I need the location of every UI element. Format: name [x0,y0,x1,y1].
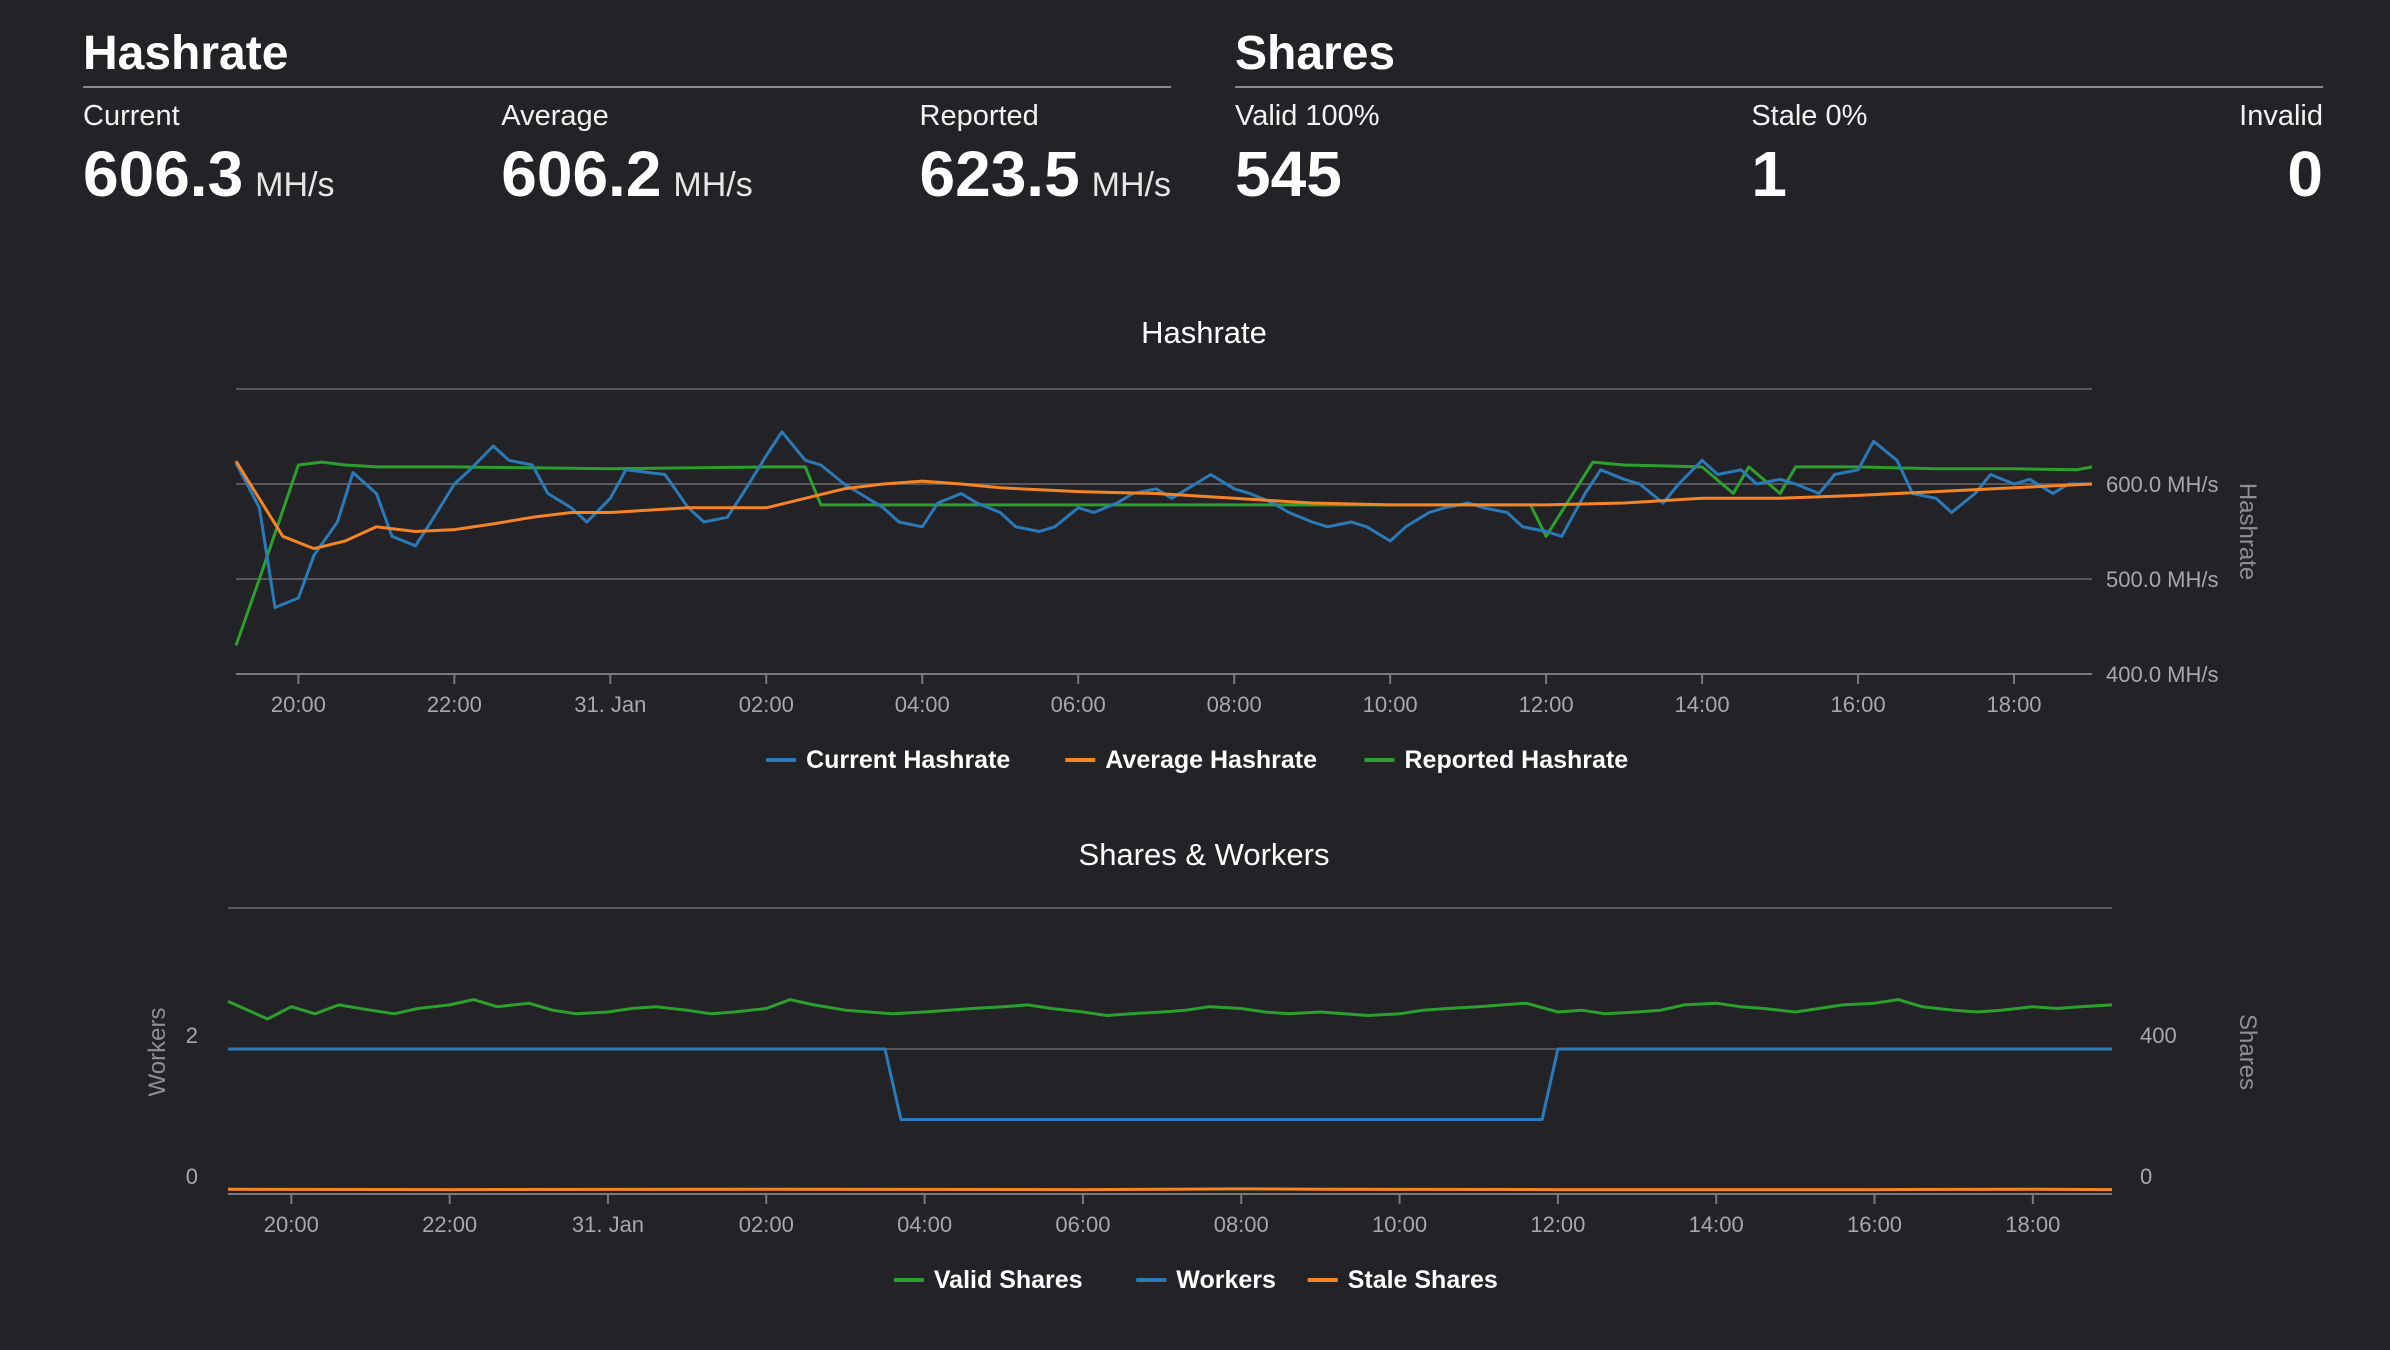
legend-item-current-hashrate[interactable]: Current Hashrate [766,746,1010,774]
series-line-stale-shares [227,1187,2113,1192]
legend-item-average-hashrate[interactable]: Average Hashrate [1065,746,1317,774]
x-tick-label: 20:00 [264,1212,319,1237]
x-tick-label: 04:00 [897,1212,952,1237]
x-tick-label: 20:00 [271,692,326,717]
y-tick-label: 400.0 MH/s [2106,662,2219,687]
x-tick-label: 14:00 [1675,692,1730,717]
x-tick-label: 06:00 [1051,692,1106,717]
series-line-reported-hashrate [234,460,2093,646]
legend-label: Current Hashrate [806,746,1010,774]
legend-item-stale-shares[interactable]: Stale Shares [1307,1266,1498,1294]
series-line-valid-shares [227,998,2113,1021]
x-tick-label: 12:00 [1530,1212,1585,1237]
y-right-tick-label: 400 [2140,1023,2177,1048]
x-tick-label: 10:00 [1363,692,1418,717]
legend-label: Workers [1176,1266,1276,1294]
x-tick-label: 18:00 [2005,1212,2060,1237]
x-tick-label: 02:00 [739,692,794,717]
x-tick-label: 22:00 [427,692,482,717]
x-tick-label: 14:00 [1689,1212,1744,1237]
x-tick-label: 10:00 [1372,1212,1427,1237]
x-tick-label: 31. Jan [574,692,646,717]
x-tick-label: 16:00 [1847,1212,1902,1237]
x-tick-label: 08:00 [1214,1212,1269,1237]
legend-label: Valid Shares [934,1266,1083,1294]
x-tick-label: 08:00 [1207,692,1262,717]
y-right-axis-title: Shares [2234,1014,2261,1090]
y-left-tick-label: 2 [186,1023,198,1048]
x-tick-label: 31. Jan [572,1212,644,1237]
legend-label: Stale Shares [1348,1266,1498,1294]
legend-item-workers[interactable]: Workers [1136,1266,1276,1294]
charts-canvas: Hashrate 400.0 MH/s 500.0 MH/s 600.0 MH/s Ha… [144,315,2261,1294]
series-line-workers [228,1047,2112,1121]
chart-title: Shares & Workers [1079,837,1330,872]
hashrate-chart[interactable]: Hashrate 400.0 MH/s 500.0 MH/s 600.0 MH/s Ha… [234,315,2261,774]
x-tick-label: 18:00 [1986,692,2041,717]
x-tick-label: 16:00 [1831,692,1886,717]
legend-item-reported-hashrate[interactable]: Reported Hashrate [1364,746,1629,774]
chart-title: Hashrate [1141,315,1267,350]
y-left-axis-title: Workers [144,1008,171,1097]
y-tick-label: 500.0 MH/s [2106,567,2219,592]
x-tick-label: 02:00 [739,1212,794,1237]
legend-label: Average Hashrate [1105,746,1317,774]
y-axis-title: Hashrate [2234,483,2261,580]
legend-label: Reported Hashrate [1405,746,1629,774]
y-tick-label: 600.0 MH/s [2106,472,2219,497]
legend-item-valid-shares[interactable]: Valid Shares [893,1266,1083,1294]
x-tick-label: 12:00 [1519,692,1574,717]
shares-workers-chart[interactable]: Shares & Workers 0 2 0 400 Workers Shares 20:00… [144,837,2261,1294]
x-tick-label: 22:00 [422,1212,477,1237]
y-left-tick-label: 0 [186,1164,198,1189]
y-right-tick-label: 0 [2140,1164,2152,1189]
x-tick-label: 06:00 [1055,1212,1110,1237]
x-tick-label: 04:00 [895,692,950,717]
